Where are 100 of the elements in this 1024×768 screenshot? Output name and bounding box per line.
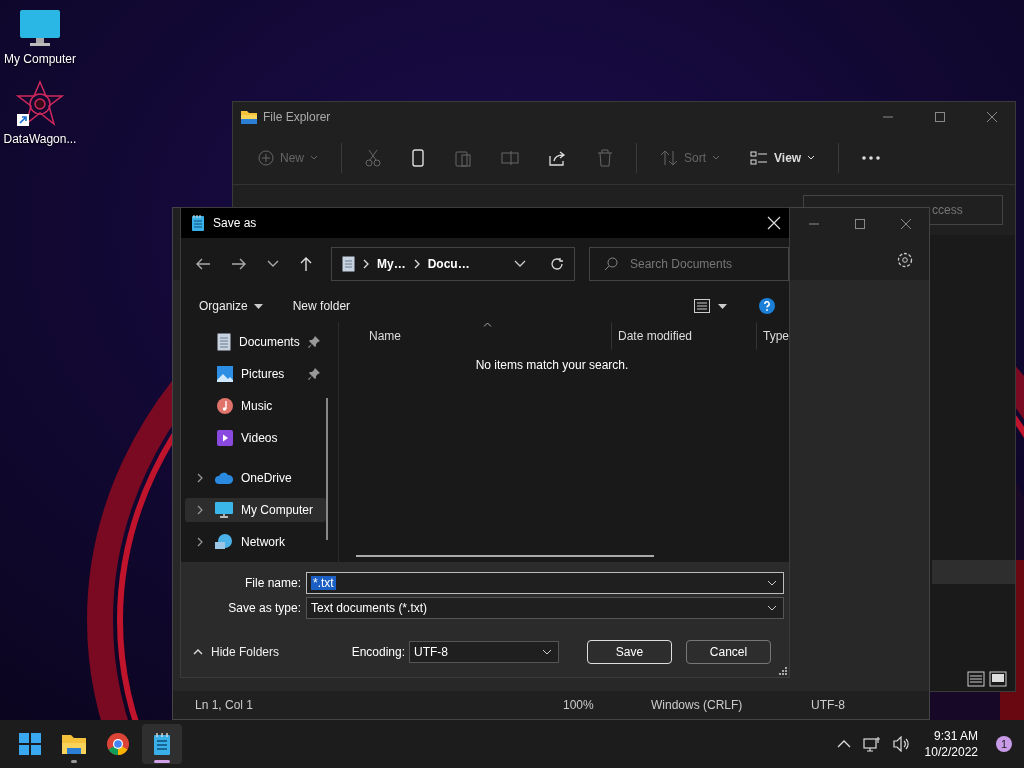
monitor-icon	[215, 502, 233, 518]
view-icon	[750, 151, 769, 165]
pin-icon[interactable]	[308, 368, 320, 380]
status-text: Ln 1, Col 1	[195, 698, 255, 712]
image-icon	[217, 366, 233, 382]
network-icon[interactable]	[862, 736, 881, 752]
share-icon	[549, 150, 567, 166]
field-label: Save as type:	[227, 601, 302, 615]
tiles-view-icon[interactable]	[989, 671, 1007, 687]
search-icon	[604, 257, 618, 271]
chevron-down-icon[interactable]	[514, 260, 526, 268]
empty-message: No items match your search.	[474, 358, 630, 372]
nav-item[interactable]: Videos	[181, 426, 326, 450]
hide-folders-button[interactable]: Hide Folders	[181, 645, 280, 659]
nav-item[interactable]: My Computer	[185, 498, 326, 522]
speaker-icon[interactable]	[892, 736, 911, 752]
notepad-taskbar-button[interactable]	[142, 724, 182, 764]
cancel-button[interactable]: Cancel	[686, 640, 771, 664]
details-view-icon[interactable]	[967, 671, 985, 687]
breadcrumb-item[interactable]: Docu…	[427, 257, 470, 271]
encoding-dropdown[interactable]: UTF-8	[409, 641, 559, 663]
status-text: UTF-8	[811, 698, 845, 712]
window-title: File Explorer	[263, 110, 331, 124]
music-icon	[217, 398, 233, 414]
nav-item[interactable]: Music	[181, 394, 326, 418]
chevron-right-icon[interactable]	[197, 473, 203, 483]
scrollbar-thumb[interactable]	[356, 555, 654, 557]
nav-item[interactable]: Pictures	[181, 362, 326, 386]
desktop-icon-label[interactable]: My Computer	[4, 52, 76, 66]
caret-icon	[253, 303, 263, 309]
status-text: 100%	[563, 698, 595, 712]
caret-icon	[310, 155, 318, 161]
back-arrow-icon[interactable]	[195, 257, 211, 271]
save-button[interactable]: Save	[587, 640, 672, 664]
field-label: File name:	[243, 576, 302, 590]
scrollbar-thumb[interactable]	[326, 398, 328, 540]
paste-icon	[455, 149, 471, 167]
star-logo-icon[interactable]	[16, 80, 64, 128]
resize-grip-icon[interactable]	[779, 667, 787, 675]
column-header[interactable]: Type	[756, 322, 789, 350]
monitor-icon[interactable]	[18, 8, 62, 48]
folder-icon	[62, 734, 86, 754]
address-bar[interactable]: My… Docu…	[331, 247, 575, 281]
breadcrumb-item[interactable]: My…	[377, 257, 406, 271]
chevron-down-icon[interactable]	[267, 260, 279, 268]
notepad-icon	[153, 732, 171, 756]
chevron-right-icon[interactable]	[197, 537, 203, 547]
clock-date[interactable]: 10/2/2022	[924, 744, 978, 760]
field-label: Encoding:	[351, 645, 405, 659]
scissors-icon	[365, 149, 381, 167]
settings-icon[interactable]	[896, 251, 914, 269]
sort-caret-icon	[483, 322, 492, 327]
caret-icon	[807, 155, 816, 161]
desktop-icon-label[interactable]: DataWagon...	[3, 132, 77, 146]
chevron-down-icon[interactable]	[767, 580, 777, 586]
document-icon	[217, 333, 231, 351]
help-icon[interactable]	[759, 298, 775, 314]
refresh-icon[interactable]	[550, 257, 564, 271]
chevron-right-icon	[363, 259, 369, 269]
copy-icon	[411, 149, 425, 167]
view-list-icon[interactable]	[694, 299, 710, 313]
dialog-title: Save as	[213, 216, 257, 230]
chevron-down-icon[interactable]	[542, 649, 552, 655]
chevron-up-icon	[193, 649, 203, 655]
forward-arrow-icon[interactable]	[231, 257, 247, 271]
caret-icon[interactable]	[718, 303, 727, 309]
chevron-right-icon[interactable]	[197, 505, 203, 515]
pin-icon[interactable]	[308, 336, 320, 348]
search-field[interactable]: Search Documents	[589, 247, 789, 281]
document-icon	[342, 256, 355, 272]
clock-time[interactable]: 9:31 AM	[933, 728, 978, 744]
nav-item[interactable]: Network	[185, 530, 326, 554]
folder-icon	[241, 110, 257, 124]
column-header[interactable]: Date modified	[611, 322, 756, 350]
notification-badge[interactable]: 1	[996, 736, 1012, 752]
nav-item[interactable]: OneDrive	[185, 466, 326, 490]
network-icon	[215, 534, 233, 550]
maximize-icon[interactable]	[934, 111, 946, 123]
notepad-icon	[191, 214, 205, 232]
organize-button[interactable]: Organize	[191, 295, 271, 317]
chevron-right-icon	[413, 259, 420, 269]
column-header[interactable]: Name	[339, 322, 611, 350]
browser-icon	[107, 733, 129, 755]
file-name-field[interactable]: *.txt	[306, 572, 784, 594]
nav-item[interactable]: Documents	[181, 330, 326, 354]
new-folder-button[interactable]: New folder	[284, 295, 359, 317]
chevron-up-icon[interactable]	[836, 740, 851, 748]
plus-circle-icon	[258, 150, 274, 166]
cloud-icon	[215, 472, 233, 484]
chevron-down-icon[interactable]	[767, 605, 777, 611]
up-arrow-icon[interactable]	[299, 256, 313, 272]
video-icon	[217, 430, 233, 446]
view-button[interactable]: View	[737, 145, 829, 171]
rename-icon	[501, 150, 519, 166]
status-text: Windows (CRLF)	[651, 698, 744, 712]
file-type-dropdown[interactable]: Text documents (*.txt)	[306, 597, 784, 619]
sort-icon	[660, 150, 678, 166]
more-icon	[862, 156, 881, 160]
caret-icon	[712, 155, 721, 161]
start-icon	[19, 733, 41, 755]
